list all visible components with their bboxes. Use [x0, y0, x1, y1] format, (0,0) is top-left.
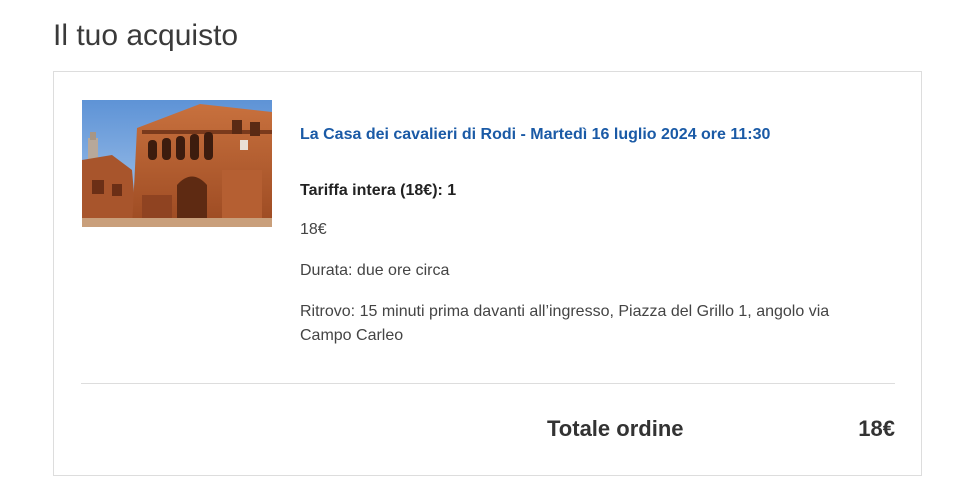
event-title-link[interactable]: La Casa dei cavalieri di Rodi - Martedì … — [300, 126, 770, 144]
order-total-value: 18€ — [858, 416, 895, 441]
order-summary-card: La Casa dei cavalieri di Rodi - Martedì … — [53, 71, 922, 476]
fare-quantity: Tariffa intera (18€): 1 — [300, 182, 457, 199]
event-duration: Durata: due ore circa — [300, 262, 450, 279]
page-title: Il tuo acquisto — [53, 19, 239, 52]
event-thumbnail[interactable] — [82, 100, 272, 227]
item-price: 18€ — [300, 221, 327, 238]
order-total-label: Totale ordine — [547, 416, 684, 441]
divider — [81, 383, 895, 384]
meeting-point: Ritrovo: 15 minuti prima davanti all’ing… — [300, 303, 830, 344]
